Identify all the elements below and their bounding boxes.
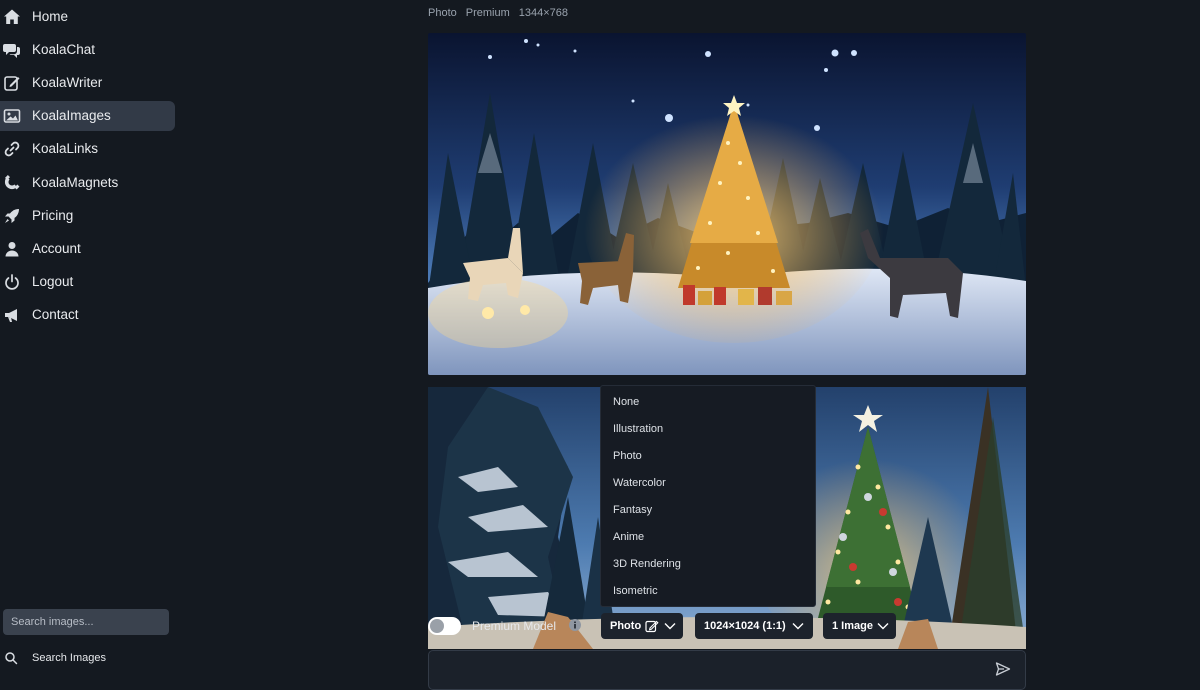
chevron-down-icon bbox=[792, 623, 804, 630]
sidebar-item-koalawriter[interactable]: KoalaWriter bbox=[0, 68, 175, 98]
search-images-label: Search Images bbox=[32, 652, 106, 664]
magnet-icon bbox=[3, 174, 21, 192]
style-option-isometric[interactable]: Isometric bbox=[613, 585, 658, 597]
sidebar-item-label: Account bbox=[32, 241, 81, 256]
style-option-photo[interactable]: Photo bbox=[613, 450, 642, 462]
sidebar-item-label: KoalaMagnets bbox=[32, 175, 119, 190]
info-icon[interactable] bbox=[569, 619, 581, 631]
sidebar-item-logout[interactable]: Logout bbox=[0, 267, 175, 297]
generated-image[interactable] bbox=[428, 33, 1026, 375]
sidebar-item-koalachat[interactable]: KoalaChat bbox=[0, 35, 175, 65]
image-count-value: 1 Image bbox=[832, 620, 873, 632]
meta-tier: Premium bbox=[465, 7, 510, 19]
image-count-select[interactable]: 1 Image bbox=[823, 613, 896, 639]
style-option-3d-rendering[interactable]: 3D Rendering bbox=[613, 558, 681, 570]
sidebar: Home KoalaChat KoalaWriter KoalaImages K… bbox=[0, 0, 185, 675]
sidebar-item-label: Pricing bbox=[32, 208, 74, 223]
sidebar-item-label: KoalaChat bbox=[32, 42, 96, 57]
meta-style: Photo bbox=[428, 7, 457, 19]
meta-size: 1344×768 bbox=[518, 7, 569, 19]
sidebar-item-label: KoalaImages bbox=[32, 108, 111, 123]
style-select-value: Photo bbox=[610, 620, 642, 632]
chevron-down-icon bbox=[664, 623, 676, 630]
style-dropdown-menu: None Illustration Photo Watercolor Fanta… bbox=[600, 385, 816, 607]
megaphone-icon bbox=[3, 306, 21, 324]
sidebar-item-home[interactable]: Home bbox=[0, 2, 175, 32]
sidebar-item-account[interactable]: Account bbox=[0, 234, 175, 264]
style-option-anime[interactable]: Anime bbox=[613, 531, 644, 543]
sidebar-item-label: Home bbox=[32, 9, 69, 24]
size-select-value: 1024×1024 (1:1) bbox=[704, 620, 786, 632]
sidebar-item-label: Contact bbox=[32, 307, 79, 322]
toggle-knob bbox=[430, 619, 444, 633]
style-option-illustration[interactable]: Illustration bbox=[613, 423, 663, 435]
chat-icon bbox=[3, 41, 21, 59]
sidebar-item-koalamagnets[interactable]: KoalaMagnets bbox=[0, 168, 175, 198]
style-option-none[interactable]: None bbox=[613, 396, 639, 408]
sidebar-item-koalalinks[interactable]: KoalaLinks bbox=[0, 134, 175, 164]
style-option-watercolor[interactable]: Watercolor bbox=[613, 477, 666, 489]
image-icon bbox=[3, 107, 21, 125]
search-images-button[interactable]: Search Images bbox=[0, 648, 160, 668]
style-select[interactable]: Photo bbox=[601, 613, 683, 639]
home-icon bbox=[3, 8, 21, 26]
sidebar-item-label: KoalaWriter bbox=[32, 75, 103, 90]
search-input[interactable] bbox=[3, 609, 169, 635]
size-select[interactable]: 1024×1024 (1:1) bbox=[695, 613, 813, 639]
rocket-icon bbox=[3, 207, 21, 225]
sidebar-item-koalaimages[interactable]: KoalaImages bbox=[0, 101, 175, 131]
sidebar-item-label: Logout bbox=[32, 274, 74, 289]
edit-icon bbox=[3, 74, 21, 92]
search-icon bbox=[5, 652, 18, 665]
image-meta: Photo Premium 1344×768 bbox=[428, 7, 577, 19]
premium-model-toggle[interactable] bbox=[428, 617, 461, 635]
style-option-fantasy[interactable]: Fantasy bbox=[613, 504, 652, 516]
user-icon bbox=[3, 240, 21, 258]
edit-icon bbox=[645, 620, 659, 633]
prompt-input[interactable] bbox=[428, 650, 1026, 690]
sidebar-item-pricing[interactable]: Pricing bbox=[0, 201, 175, 231]
link-icon bbox=[3, 140, 21, 158]
power-icon bbox=[3, 273, 21, 291]
chevron-down-icon bbox=[877, 623, 889, 630]
sidebar-item-label: KoalaLinks bbox=[32, 141, 99, 156]
premium-model-label: Premium Model bbox=[472, 619, 557, 633]
sidebar-item-contact[interactable]: Contact bbox=[0, 300, 175, 330]
